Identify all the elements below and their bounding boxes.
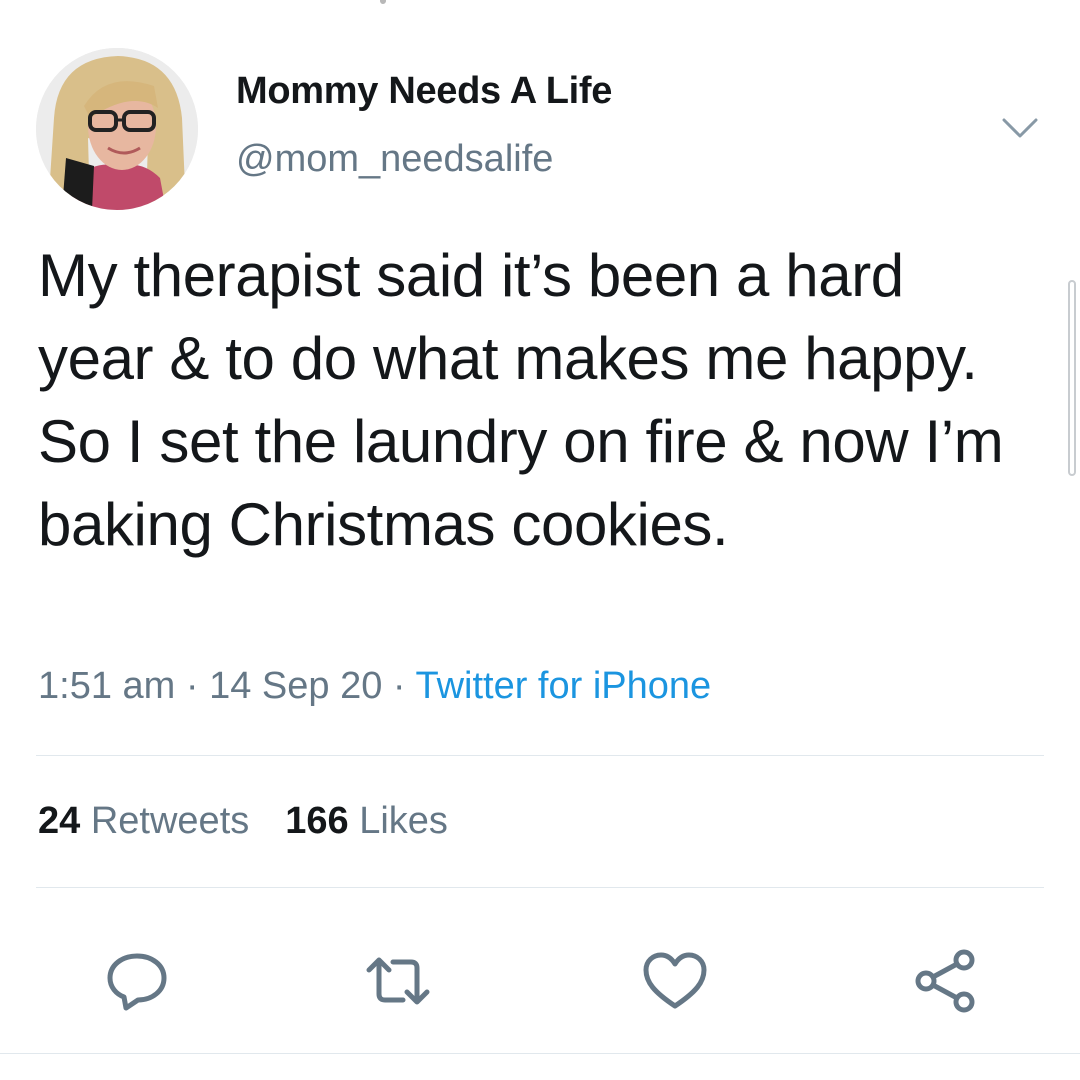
tweet-stats: 24 Retweets 166 Likes: [38, 800, 448, 843]
retweets-label: Retweets: [90, 800, 250, 842]
reply-button[interactable]: [102, 946, 172, 1016]
avatar-image: [36, 48, 198, 210]
share-button[interactable]: [910, 946, 980, 1016]
reply-icon: [107, 953, 167, 1011]
share-icon: [915, 949, 975, 1013]
meta-separator: ·: [185, 665, 199, 707]
retweets-count: 24: [38, 800, 81, 842]
top-edge-mark: [380, 0, 386, 4]
retweet-button[interactable]: [363, 946, 433, 1016]
scrollbar[interactable]: [1068, 280, 1076, 476]
tweet-source-link[interactable]: Twitter for iPhone: [415, 665, 711, 707]
likes-count: 166: [285, 800, 349, 842]
divider: [36, 887, 1044, 888]
heart-icon: [643, 952, 707, 1009]
tweet-time: 1:51 am: [38, 665, 176, 707]
chevron-down-icon[interactable]: [998, 112, 1042, 144]
divider: [36, 755, 1044, 756]
tweet-date[interactable]: 14 Sep 20: [209, 665, 382, 707]
divider: [0, 1053, 1080, 1054]
avatar[interactable]: [36, 48, 198, 210]
like-button[interactable]: [640, 946, 710, 1016]
retweet-icon: [366, 957, 430, 1005]
likes-stat[interactable]: 166 Likes: [285, 800, 448, 842]
tweet-meta: 1:51 am · 14 Sep 20 · Twitter for iPhone: [38, 665, 711, 708]
meta-separator: ·: [392, 665, 406, 707]
likes-label: Likes: [359, 800, 448, 842]
display-name[interactable]: Mommy Needs A Life: [236, 70, 612, 113]
user-handle[interactable]: @mom_needsalife: [236, 138, 553, 181]
tweet-text: My therapist said it’s been a hard year …: [38, 242, 1004, 558]
retweets-stat[interactable]: 24 Retweets: [38, 800, 249, 842]
